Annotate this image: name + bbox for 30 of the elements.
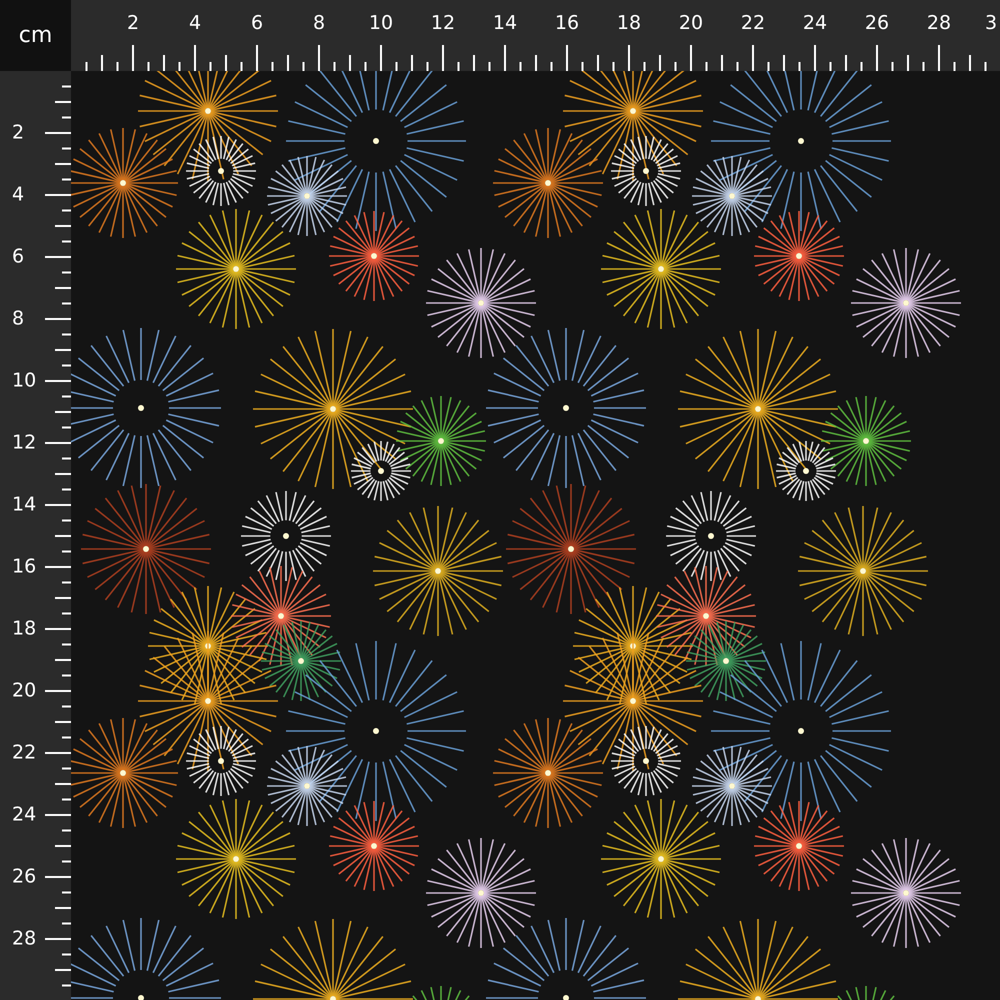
ruler-label: 4 <box>188 14 202 33</box>
ruler-label: 26 <box>12 868 36 886</box>
ruler-label: 8 <box>12 310 24 328</box>
ruler-label: 22 <box>12 744 36 762</box>
ruler-label: 6 <box>250 14 264 33</box>
ruler-label: 10 <box>12 372 36 390</box>
ruler-label: 14 <box>12 496 36 514</box>
ruler-label: 18 <box>616 14 642 33</box>
ruler-label: 22 <box>740 14 766 33</box>
ruler-label: 16 <box>12 558 36 576</box>
ruler-label: 28 <box>926 14 952 33</box>
ruler-label: 24 <box>12 806 36 824</box>
ruler-label: 12 <box>430 14 456 33</box>
ruler-label: 12 <box>12 434 36 452</box>
ruler-label: 20 <box>678 14 704 33</box>
ruler-label: 18 <box>12 620 36 638</box>
ruler-label: 20 <box>12 682 36 700</box>
unit-label: cm <box>0 0 71 71</box>
ruler-label: 2 <box>12 124 24 142</box>
ruler-label: 28 <box>12 930 36 948</box>
ruler-label: 4 <box>12 186 24 204</box>
ruler-label: 26 <box>864 14 890 33</box>
ruler-label: 8 <box>312 14 326 33</box>
ruler-label: 14 <box>492 14 518 33</box>
ruler-label: 16 <box>554 14 580 33</box>
ruler-label: 3 <box>984 14 998 33</box>
ruler-label: 24 <box>802 14 828 33</box>
ruler-label: 6 <box>12 248 24 266</box>
ruler-label: 10 <box>368 14 394 33</box>
ruler-label: 2 <box>126 14 140 33</box>
